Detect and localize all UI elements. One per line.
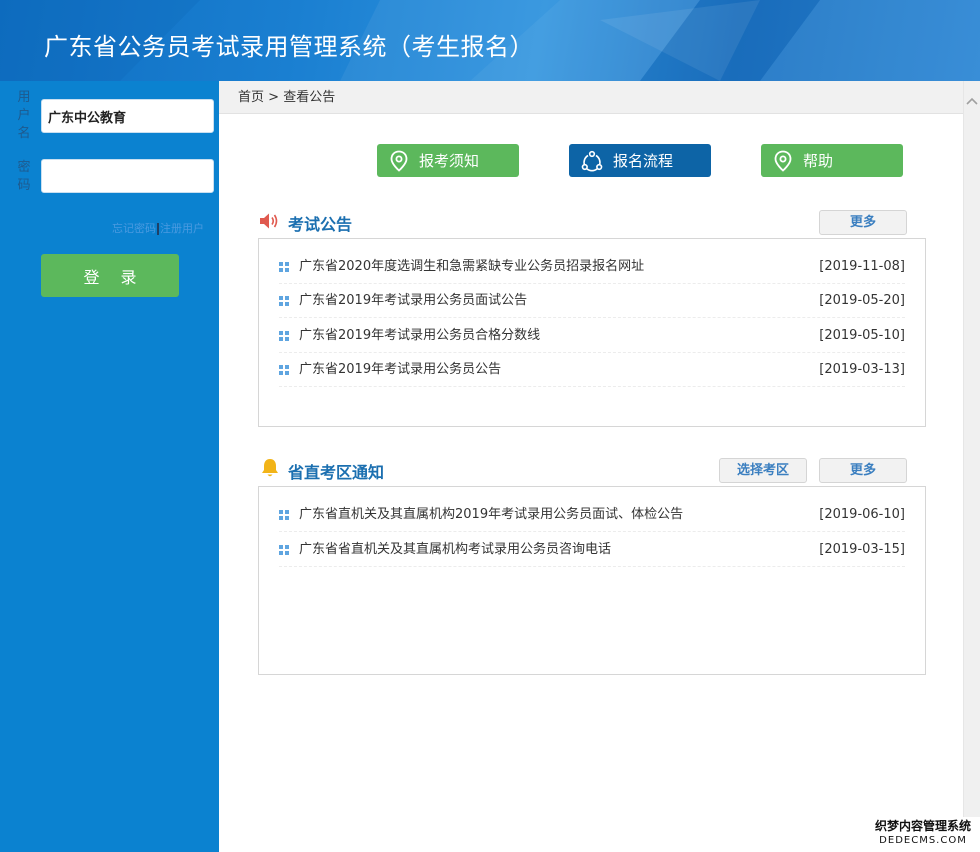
register-link[interactable]: 注册用户 xyxy=(160,222,204,235)
grid-bullet-icon xyxy=(279,262,289,272)
notice-title[interactable]: 广东省省直机关及其直属机构考试录用公务员咨询电话 xyxy=(299,533,611,567)
grid-bullet-icon xyxy=(279,331,289,341)
location-pin-icon xyxy=(774,150,792,172)
notice-date: [2019-05-20] xyxy=(819,293,905,308)
district-notices-panel: 广东省直机关及其直属机构2019年考试录用公务员面试、体检公告 [2019-06… xyxy=(258,486,926,675)
flow-cycle-icon xyxy=(581,150,603,171)
username-label: 用 户 名 xyxy=(15,89,33,143)
scroll-up-arrow-icon[interactable] xyxy=(964,93,980,109)
notice-title[interactable]: 广东省2019年考试录用公务员合格分数线 xyxy=(299,319,540,353)
registration-process-label: 报名流程 xyxy=(613,152,674,170)
bell-icon xyxy=(262,459,278,477)
notice-title[interactable]: 广东省2019年考试录用公务员面试公告 xyxy=(299,284,527,318)
location-pin-icon xyxy=(390,150,408,172)
registration-process-button[interactable]: 报名流程 xyxy=(569,144,711,177)
username-label-char: 用 xyxy=(17,90,31,105)
notice-date: [2019-05-10] xyxy=(819,328,905,343)
password-label: 密 码 xyxy=(15,159,33,195)
password-label-char: 码 xyxy=(17,178,31,193)
notice-title[interactable]: 广东省直机关及其直属机构2019年考试录用公务员面试、体检公告 xyxy=(299,498,683,532)
grid-bullet-icon xyxy=(279,296,289,306)
exam-notices-more-button[interactable]: 更多 xyxy=(819,210,907,235)
help-label: 帮助 xyxy=(803,152,834,170)
grid-bullet-icon xyxy=(279,545,289,555)
page-title: 广东省公务员考试录用管理系统（考生报名） xyxy=(44,33,534,61)
username-label-char: 名 xyxy=(17,126,31,141)
header-banner: 广东省公务员考试录用管理系统（考生报名） xyxy=(0,0,980,81)
notice-date: [2019-03-13] xyxy=(819,362,905,377)
breadcrumb: 首页 > 查看公告 xyxy=(219,81,963,114)
exam-notices-panel: 广东省2020年度选调生和急需紧缺专业公务员招录报名网址 [2019-11-08… xyxy=(258,238,926,427)
watermark-line2: DEDECMS.COM xyxy=(879,835,967,846)
account-links: 忘记密码 注册用户 xyxy=(112,220,204,236)
list-item[interactable]: 广东省直机关及其直属机构2019年考试录用公务员面试、体检公告 [2019-06… xyxy=(279,498,905,532)
list-item[interactable]: 广东省2019年考试录用公务员面试公告 [2019-05-20] xyxy=(279,284,905,318)
forgot-password-link[interactable]: 忘记密码 xyxy=(112,222,156,235)
speaker-icon xyxy=(260,213,278,229)
notice-date: [2019-06-10] xyxy=(819,507,905,522)
password-input[interactable] xyxy=(41,159,214,193)
watermark-line1: 织梦内容管理系统 xyxy=(874,819,971,833)
list-item[interactable]: 广东省省直机关及其直属机构考试录用公务员咨询电话 [2019-03-15] xyxy=(279,533,905,567)
exam-notices-title: 考试公告 xyxy=(288,215,353,234)
notice-date: [2019-03-15] xyxy=(819,542,905,557)
list-item[interactable]: 广东省2019年考试录用公务员合格分数线 [2019-05-10] xyxy=(279,319,905,353)
grid-bullet-icon xyxy=(279,365,289,375)
login-button[interactable]: 登 录 xyxy=(41,254,179,297)
list-item[interactable]: 广东省2020年度选调生和急需紧缺专业公务员招录报名网址 [2019-11-08… xyxy=(279,250,905,284)
login-sidebar: 用 户 名 密 码 忘记密码注册用户 登 录 xyxy=(0,81,219,852)
exam-guide-label: 报考须知 xyxy=(419,152,480,170)
exam-guide-button[interactable]: 报考须知 xyxy=(377,144,519,177)
district-notices-title: 省直考区通知 xyxy=(288,463,385,482)
link-divider xyxy=(157,223,159,235)
district-notices-more-button[interactable]: 更多 xyxy=(819,458,907,483)
breadcrumb-current: 查看公告 xyxy=(283,90,336,105)
password-label-char: 密 xyxy=(17,160,31,175)
notice-title[interactable]: 广东省2019年考试录用公务员公告 xyxy=(299,353,501,387)
grid-bullet-icon xyxy=(279,510,289,520)
list-item[interactable]: 广东省2019年考试录用公务员公告 [2019-03-13] xyxy=(279,353,905,387)
help-button[interactable]: 帮助 xyxy=(761,144,903,177)
watermark: 织梦内容管理系统 DEDECMS.COM xyxy=(866,817,980,852)
breadcrumb-home[interactable]: 首页 xyxy=(238,90,264,105)
username-input[interactable] xyxy=(41,99,214,133)
notice-date: [2019-11-08] xyxy=(819,259,905,274)
vertical-scrollbar[interactable] xyxy=(963,81,980,852)
select-area-button[interactable]: 选择考区 xyxy=(719,458,807,483)
breadcrumb-separator: > xyxy=(268,90,280,105)
notice-title[interactable]: 广东省2020年度选调生和急需紧缺专业公务员招录报名网址 xyxy=(299,250,644,284)
username-label-char: 户 xyxy=(17,108,31,123)
